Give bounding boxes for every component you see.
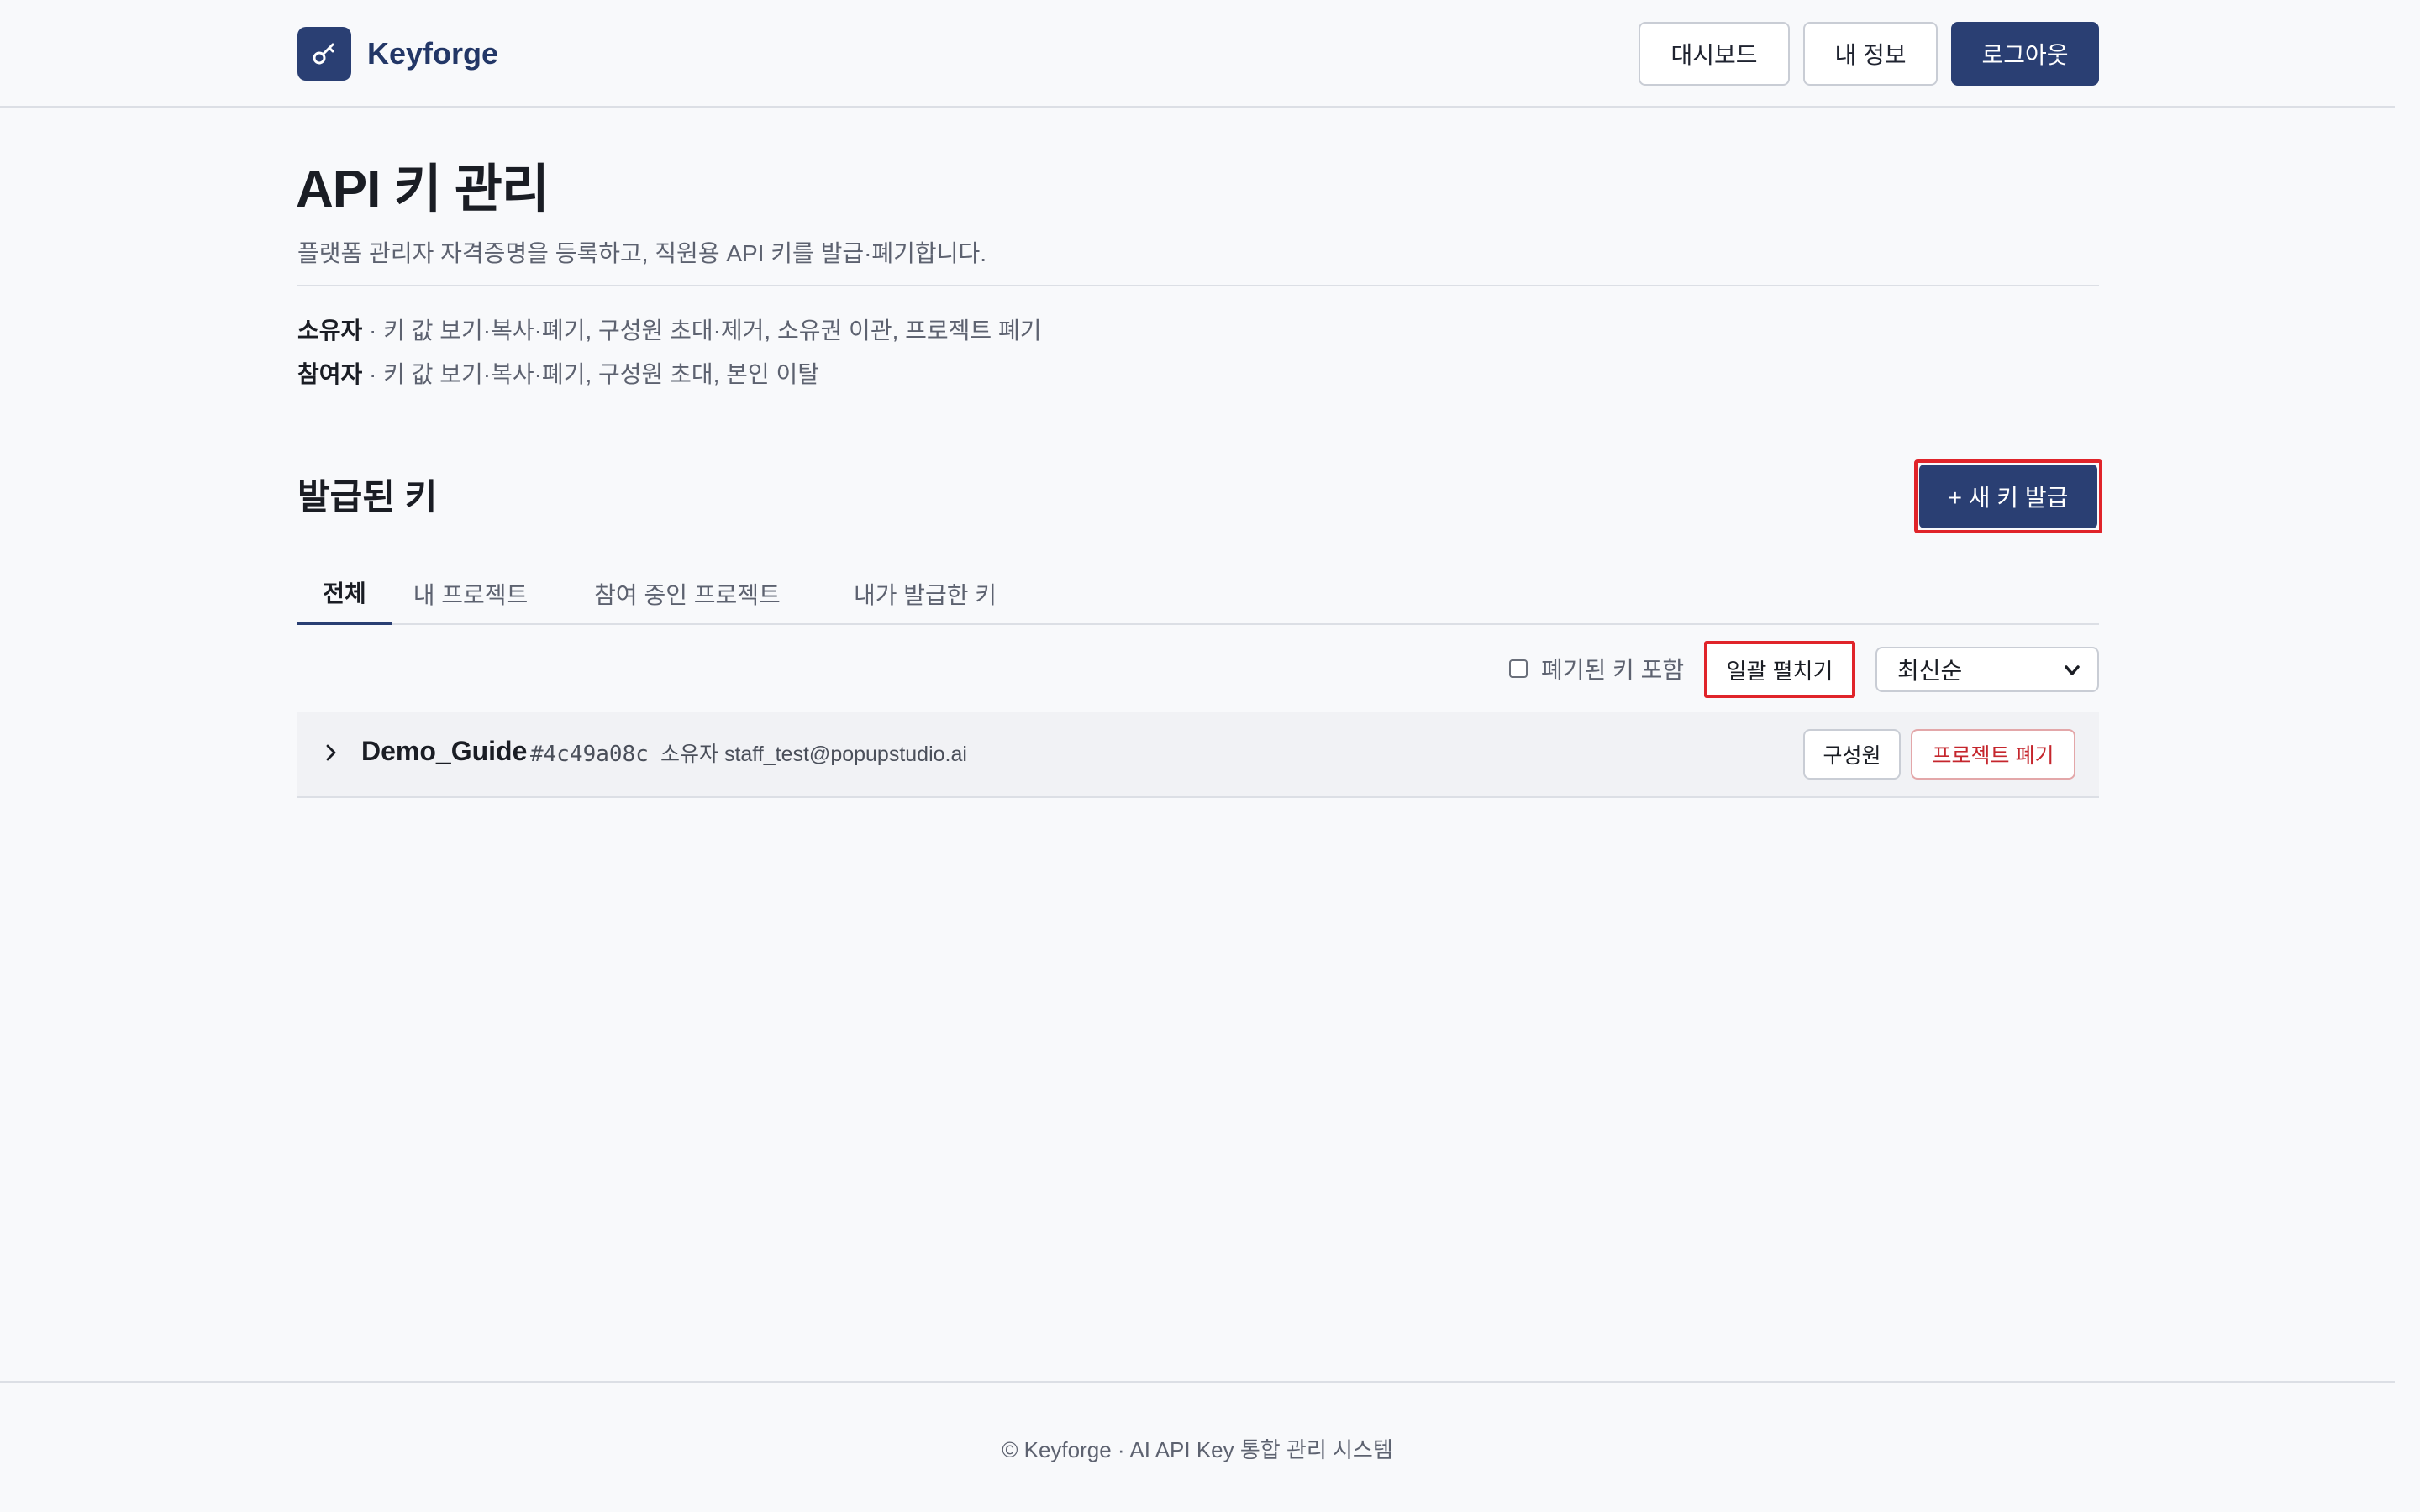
include-revoked-toggle[interactable]: 폐기된 키 포함 xyxy=(1509,652,1684,685)
chevron-right-icon[interactable] xyxy=(323,741,339,764)
delete-project-button[interactable]: 프로젝트 폐기 xyxy=(1911,729,2075,780)
include-revoked-label: 폐기된 키 포함 xyxy=(1541,657,1685,683)
role-owner-line: 소유자 · 키 값 보기·복사·폐기, 구성원 초대·제거, 소유권 이관, 프… xyxy=(297,314,1041,348)
tab-issued-by-me[interactable]: 내가 발급한 키 xyxy=(847,563,1003,625)
project-owner: 소유자 staff_test@popupstudio.ai xyxy=(660,743,967,766)
section-title: 발급된 키 xyxy=(297,477,438,517)
key-tabs: 전체 내 프로젝트 참여 중인 프로젝트 내가 발급한 키 xyxy=(297,563,2099,625)
tab-my-projects[interactable]: 내 프로젝트 xyxy=(408,563,533,625)
role-participant-name: 참여자 xyxy=(297,361,363,387)
chevron-down-icon xyxy=(2065,665,2080,675)
members-button[interactable]: 구성원 xyxy=(1803,729,1901,780)
logout-button[interactable]: 로그아웃 xyxy=(1951,22,2099,86)
page-subtitle: 플랫폼 관리자 자격증명을 등록하고, 직원용 API 키를 발급·폐기합니다. xyxy=(297,240,986,266)
divider xyxy=(297,285,2099,286)
new-key-highlight: + 새 키 발급 xyxy=(1914,459,2102,533)
logo[interactable] xyxy=(297,27,351,81)
page-title: API 키 관리 xyxy=(296,160,550,218)
key-icon xyxy=(313,43,334,65)
project-name: Demo_Guide xyxy=(361,736,528,766)
include-revoked-checkbox[interactable] xyxy=(1509,659,1528,678)
footer-text: © Keyforge · AI API Key 통합 관리 시스템 xyxy=(1002,1437,1393,1462)
footer: © Keyforge · AI API Key 통합 관리 시스템 xyxy=(0,1381,2395,1512)
role-owner-desc: · 키 값 보기·복사·폐기, 구성원 초대·제거, 소유권 이관, 프로젝트 … xyxy=(362,318,1042,344)
my-info-button[interactable]: 내 정보 xyxy=(1803,22,1938,86)
sort-selected-value: 최신순 xyxy=(1897,658,1963,684)
new-key-button[interactable]: + 새 키 발급 xyxy=(1919,465,2097,528)
project-id: #4c49a08c xyxy=(530,742,649,767)
expand-all-button[interactable]: 일괄 펼치기 xyxy=(1704,641,1855,698)
dashboard-button[interactable]: 대시보드 xyxy=(1639,22,1790,86)
role-participant-line: 참여자 · 키 값 보기·복사·폐기, 구성원 초대, 본인 이탈 xyxy=(297,358,819,391)
tab-participating-projects[interactable]: 참여 중인 프로젝트 xyxy=(587,563,788,625)
project-row[interactable]: Demo_Guide #4c49a08c 소유자 staff_test@popu… xyxy=(297,712,2099,798)
tab-all[interactable]: 전체 xyxy=(297,563,392,625)
brand-name: Keyforge xyxy=(367,36,499,71)
role-owner-name: 소유자 xyxy=(297,318,363,344)
top-header: Keyforge 대시보드 내 정보 로그아웃 xyxy=(0,0,2395,108)
role-participant-desc: · 키 값 보기·복사·폐기, 구성원 초대, 본인 이탈 xyxy=(362,361,819,387)
sort-select[interactable]: 최신순 xyxy=(1876,647,2099,692)
